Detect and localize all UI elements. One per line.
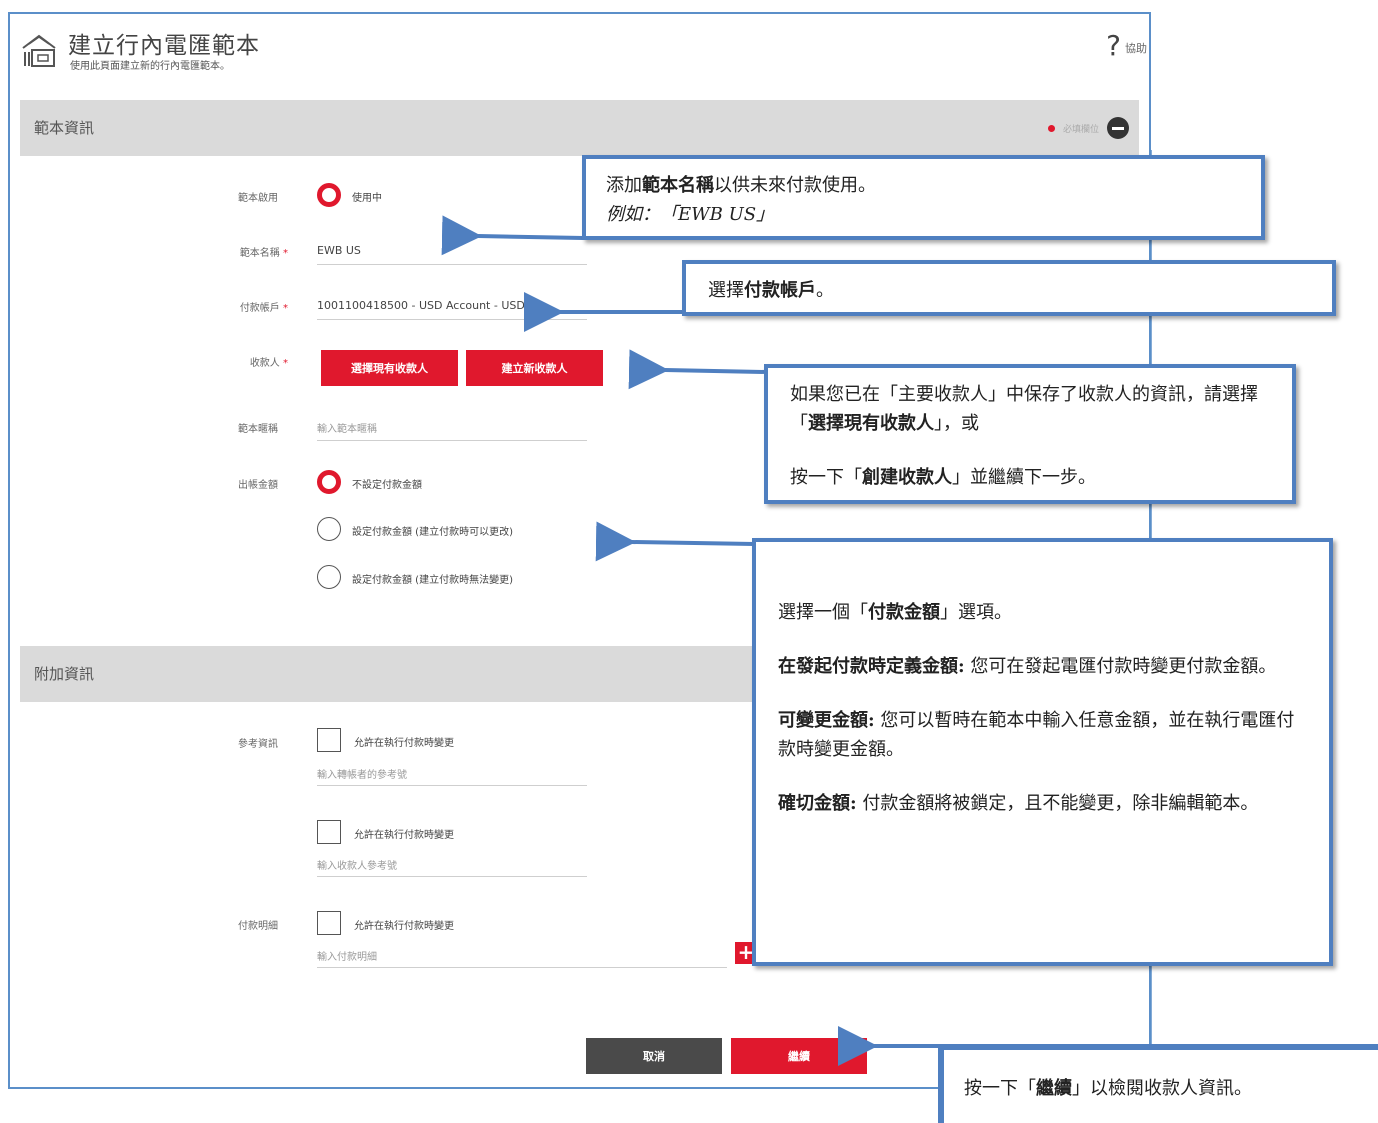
create-new-payee-button[interactable]: 建立新收款人	[466, 350, 603, 386]
callout-template-name: 添加範本名稱以供未來付款使用。 例如：「EWB US」	[582, 155, 1265, 240]
page-subtitle: 使用此頁面建立新的行內電匯範本。	[70, 61, 230, 72]
payee-reference-input[interactable]: 輸入收款人參考號	[317, 857, 397, 872]
amount-option-fixed-radio[interactable]	[317, 565, 341, 589]
template-name-input[interactable]: EWB US	[317, 244, 361, 257]
callout-payee: 如果您已在「主要收款人」中保存了收款人的資訊，請選擇「選擇現有收款人」，或 按一…	[764, 364, 1296, 504]
template-info-section-header[interactable]: 範本資訊 必填欄位	[20, 100, 1139, 156]
callout-continue: 按一下「繼續」以檢閱收款人資訊。	[940, 1046, 1378, 1123]
reference-input[interactable]: 輸入轉帳者的參考號	[317, 766, 407, 781]
amount-option-changeable-radio[interactable]	[317, 517, 341, 541]
page-title: 建立行內電匯範本	[68, 33, 260, 59]
debit-account-label: 付款帳戶 *	[239, 303, 288, 314]
select-existing-payee-button[interactable]: 選擇現有收款人	[321, 350, 458, 386]
payment-details-input[interactable]: 輸入付款明細	[317, 948, 377, 963]
payment-details-label: 付款明細	[238, 921, 278, 932]
required-dot-icon	[1047, 124, 1055, 132]
collapse-icon[interactable]	[1107, 117, 1129, 139]
amount-option-fixed-text: 設定付款金額 (建立付款時無法變更)	[352, 575, 513, 586]
status-label: 範本啟用	[238, 193, 278, 204]
help-label[interactable]: 協助	[1125, 40, 1147, 60]
amount-option-changeable-text: 設定付款金額 (建立付款時可以更改)	[352, 527, 513, 538]
reference-allow-change-checkbox[interactable]	[317, 728, 341, 752]
help-link[interactable]: ? 協助	[1106, 32, 1147, 60]
template-name-label: 範本名稱 *	[239, 248, 288, 259]
debit-account-underline	[317, 319, 587, 320]
reference-allow-change-text: 允許在執行付款時變更	[354, 738, 454, 749]
required-note-text: 必填欄位	[1062, 124, 1099, 135]
payment-details-allow-change-checkbox[interactable]	[317, 911, 341, 935]
required-note: 必填欄位	[1047, 117, 1129, 139]
nickname-input[interactable]: 輸入範本暱稱	[317, 420, 377, 435]
amount-option-none-radio[interactable]	[317, 470, 341, 494]
continue-button[interactable]: 繼續	[731, 1038, 867, 1074]
amount-label: 出帳金額	[238, 480, 278, 491]
payee-reference-allow-change-checkbox[interactable]	[317, 820, 341, 844]
cancel-button[interactable]: 取消	[586, 1038, 722, 1074]
nickname-label: 範本暱稱	[238, 424, 278, 435]
payee-reference-allow-change-text: 允許在執行付款時變更	[354, 830, 454, 841]
section-title: 範本資訊	[34, 119, 95, 137]
section-title: 附加資訊	[34, 665, 95, 683]
template-name-underline	[317, 264, 587, 265]
status-active-radio[interactable]	[317, 183, 341, 207]
callout-account: 選擇付款帳戶。	[682, 260, 1336, 316]
callout-amount: 選擇一個「付款金額」選項。 在發起付款時定義金額: 您可在發起電匯付款時變更付款…	[752, 538, 1333, 966]
page-header: 建立行內電匯範本 使用此頁面建立新的行內電匯範本。 ? 協助	[10, 14, 1149, 98]
nickname-underline	[317, 440, 587, 441]
debit-account-select[interactable]: 1001100418500 - USD Account - USD	[317, 299, 525, 312]
reference-underline	[317, 785, 587, 786]
payee-reference-underline	[317, 876, 587, 877]
payee-label: 收款人 *	[249, 358, 288, 369]
help-icon[interactable]: ?	[1106, 32, 1121, 60]
bank-template-icon	[22, 34, 56, 67]
reference-label: 參考資訊	[238, 739, 278, 750]
amount-option-none-text: 不設定付款金額	[352, 480, 422, 491]
status-active-text: 使用中	[352, 193, 382, 204]
payment-details-underline	[317, 967, 727, 968]
payment-details-allow-change-text: 允許在執行付款時變更	[354, 921, 454, 932]
